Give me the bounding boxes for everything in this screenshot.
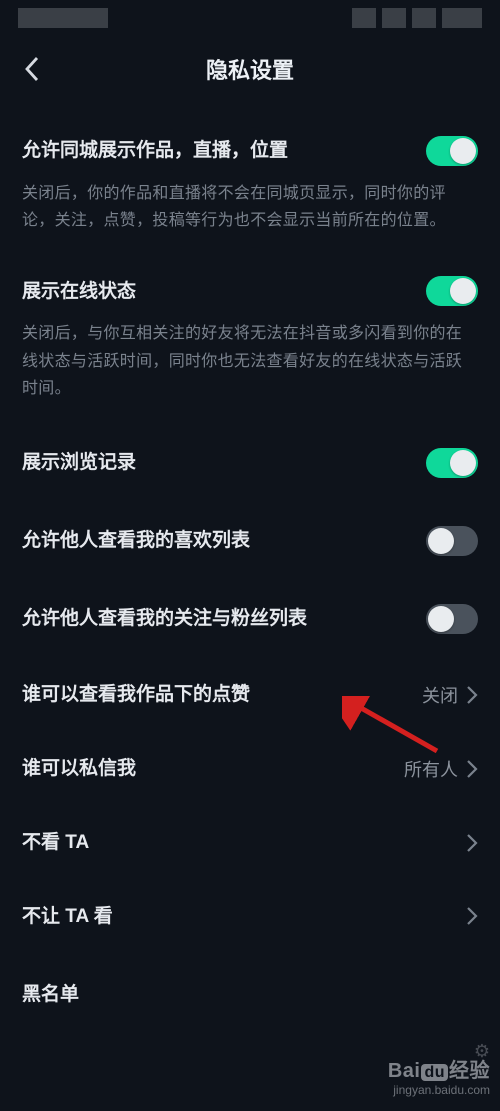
chevron-right-icon [466,906,478,926]
toggle-view-follow-list[interactable] [426,604,478,634]
setting-not-see-ta[interactable]: 不看 TA [22,806,478,880]
back-button[interactable] [16,53,48,85]
setting-value: 关闭 [422,682,458,708]
setting-label: 不让 TA 看 [22,904,113,930]
setting-label: 谁可以查看我作品下的点赞 [22,682,250,708]
setting-value: 所有人 [404,756,458,782]
setting-online-status: 展示在线状态 关闭后，与你互相关注的好友将无法在抖音或多闪看到你的在线状态与活跃… [22,256,478,424]
setting-view-like-list: 允许他人查看我的喜欢列表 [22,502,478,580]
page-title: 隐私设置 [0,53,500,85]
toggle-browse-history[interactable] [426,448,478,478]
setting-desc: 关闭后，你的作品和直播将不会在同城页显示，同时你的评论，关注，点赞，投稿等行为也… [22,180,478,234]
chevron-right-icon [466,759,478,779]
toggle-view-like-list[interactable] [426,526,478,556]
setting-view-follow-list: 允许他人查看我的关注与粉丝列表 [22,580,478,658]
setting-browse-history: 展示浏览记录 [22,424,478,502]
toggle-local-display[interactable] [426,136,478,166]
setting-label: 允许他人查看我的喜欢列表 [22,528,250,554]
setting-label: 展示在线状态 [22,279,136,305]
setting-local-display: 允许同城展示作品，直播，位置 关闭后，你的作品和直播将不会在同城页显示，同时你的… [22,102,478,256]
settings-list: 允许同城展示作品，直播，位置 关闭后，你的作品和直播将不会在同城页显示，同时你的… [0,102,500,1006]
setting-desc: 关闭后，与你互相关注的好友将无法在抖音或多闪看到你的在线状态与活跃时间，同时你也… [22,320,478,402]
nav-bar: 隐私设置 [0,36,500,102]
chevron-right-icon [466,685,478,705]
setting-who-view-likes[interactable]: 谁可以查看我作品下的点赞 关闭 [22,658,478,732]
setting-not-let-ta[interactable]: 不让 TA 看 [22,880,478,954]
setting-who-dm[interactable]: 谁可以私信我 所有人 [22,732,478,806]
setting-label: 不看 TA [22,830,89,856]
setting-label: 允许同城展示作品，直播，位置 [22,138,288,164]
status-bar [0,0,500,36]
setting-label: 展示浏览记录 [22,450,136,476]
setting-label: 谁可以私信我 [22,756,136,782]
chevron-left-icon [23,55,41,83]
setting-blacklist[interactable]: 黑名单 [22,953,478,1006]
chevron-right-icon [466,833,478,853]
watermark: ⚙ Baidu经验 jingyan.baidu.com [388,1060,490,1097]
toggle-online-status[interactable] [426,276,478,306]
setting-label: 允许他人查看我的关注与粉丝列表 [22,606,307,632]
